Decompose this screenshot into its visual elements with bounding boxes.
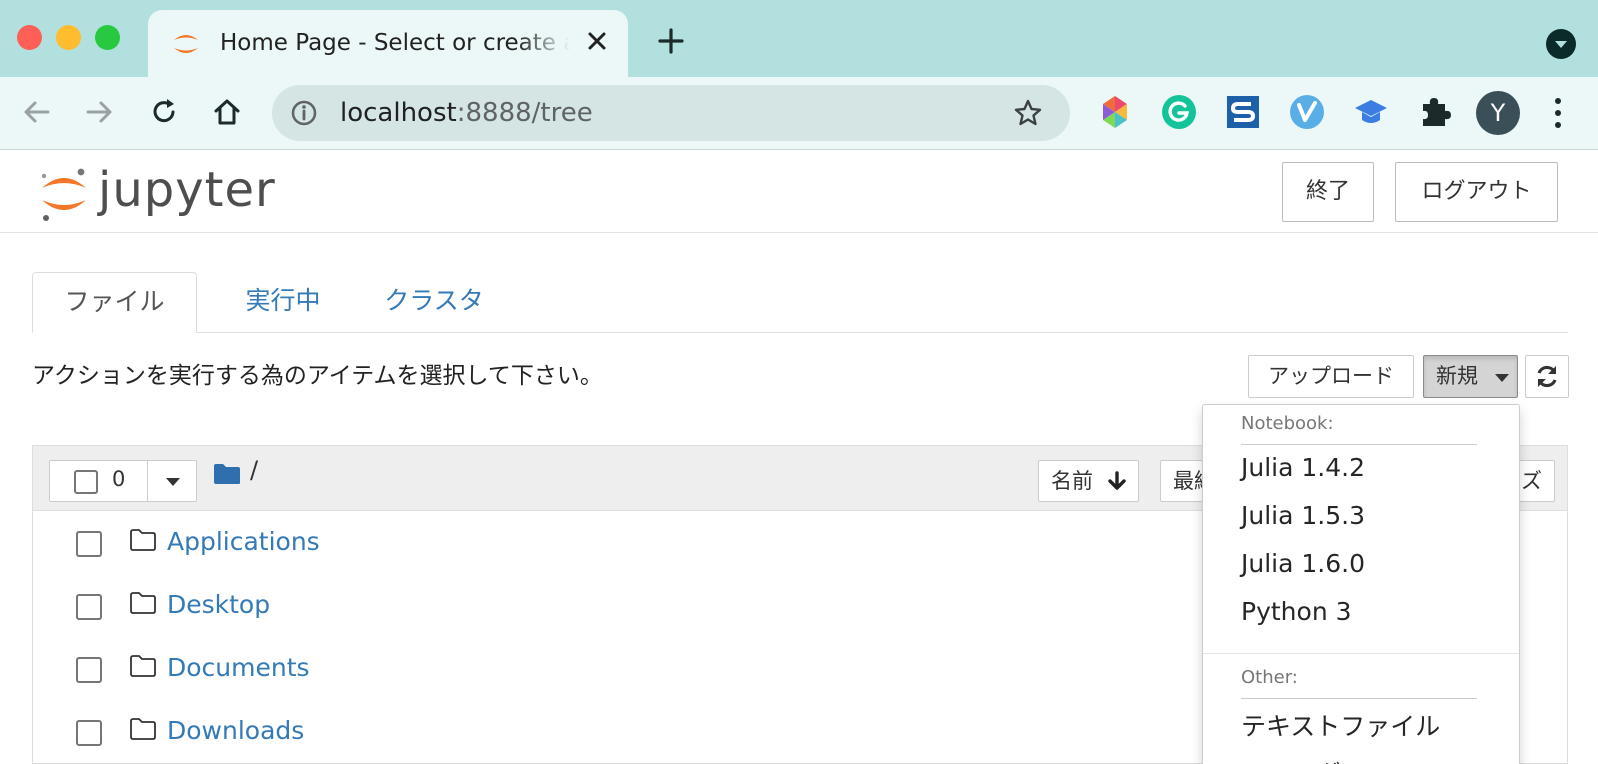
home-icon[interactable] [210,95,244,129]
folder-outline-icon [130,718,156,740]
chevron-down-icon [1555,41,1567,48]
other-section-header: Other: [1241,667,1298,688]
new-button[interactable]: 新規 [1423,355,1518,398]
upload-button[interactable]: アップロード [1248,355,1414,398]
breadcrumb[interactable]: / [250,456,258,484]
item-checkbox[interactable] [76,720,102,746]
menu-header-rule [1241,444,1477,445]
sort-by-name-label: 名前 [1051,469,1093,493]
new-tab-icon[interactable] [656,26,686,56]
jupyter-favicon-icon [174,35,198,53]
new-button-label: 新規 [1436,364,1478,388]
site-info-icon[interactable] [288,97,320,129]
logout-button[interactable]: ログアウト [1395,162,1558,222]
tab-running[interactable]: 実行中 [218,272,348,333]
url-text[interactable]: localhost:8888/tree [340,98,593,128]
folder-outline-icon [130,529,156,551]
tab-clusters[interactable]: クラスタ [370,272,498,333]
new-dropdown-menu: Notebook: Julia 1.4.2 Julia 1.5.3 Julia … [1202,404,1520,764]
item-name-link[interactable]: Downloads [167,716,304,745]
menu-item-folder[interactable]: フォルダ [1241,755,1341,764]
tab-files[interactable]: ファイル [32,272,197,333]
s-extension-icon[interactable] [1224,93,1262,131]
jupyter-header: jupyter 終了 ログアウト [0,150,1598,233]
item-checkbox[interactable] [76,594,102,620]
sort-by-name-button[interactable]: 名前 [1038,460,1139,502]
notebook-section-header: Notebook: [1241,413,1334,434]
address-bar[interactable]: localhost:8888/tree [272,85,1070,141]
menu-item-text-file[interactable]: テキストファイル [1241,707,1440,743]
menu-item-julia-1-6-0[interactable]: Julia 1.6.0 [1241,549,1365,578]
refresh-button[interactable] [1525,355,1569,398]
tab-search-button[interactable] [1546,29,1576,59]
reload-icon[interactable] [147,95,181,129]
folder-outline-icon [130,592,156,614]
color-extension-icon[interactable] [1096,93,1134,131]
minimize-window-button[interactable] [56,25,81,50]
back-arrow-icon[interactable] [20,95,54,129]
jupyter-logo[interactable]: jupyter [36,160,296,226]
jupyter-logo-text: jupyter [98,162,276,218]
url-host: localhost [340,98,457,128]
folder-outline-icon [130,655,156,677]
browser-menu-icon[interactable] [1553,95,1563,131]
tab-title: Home Page - Select or create a notebook [220,30,570,56]
item-checkbox[interactable] [76,531,102,557]
caret-down-icon [166,478,180,486]
select-all-checkbox[interactable] [74,470,98,494]
forward-arrow-icon[interactable] [82,95,116,129]
browser-tab-strip: Home Page - Select or create a notebook [0,0,1598,77]
jupyter-logo-icon [41,168,86,221]
caret-down-icon [1495,374,1509,382]
select-all-control[interactable]: 0 [49,460,197,502]
browser-tab-active[interactable]: Home Page - Select or create a notebook [148,10,628,77]
browser-toolbar: localhost:8888/tree Y [0,77,1598,150]
graduation-cap-icon[interactable] [1352,93,1390,131]
folder-icon[interactable] [213,463,241,485]
menu-item-julia-1-5-3[interactable]: Julia 1.5.3 [1241,501,1365,530]
profile-avatar[interactable]: Y [1476,91,1520,135]
menu-item-python-3[interactable]: Python 3 [1241,597,1352,626]
quit-button[interactable]: 終了 [1282,162,1374,222]
bookmark-star-icon[interactable] [1012,97,1044,129]
refresh-icon [1537,365,1557,388]
menu-item-julia-1-4-2[interactable]: Julia 1.4.2 [1241,453,1365,482]
menu-divider [1203,653,1519,654]
item-name-link[interactable]: Documents [167,653,310,682]
menu-header-rule [1241,698,1477,699]
v-extension-icon[interactable] [1288,93,1326,131]
item-name-link[interactable]: Applications [167,527,320,556]
selection-hint: アクションを実行する為のアイテムを選択して下さい。 [32,363,603,389]
zoom-window-button[interactable] [95,25,120,50]
url-path: :8888/tree [456,98,593,128]
close-tab-icon[interactable] [582,26,612,56]
item-name-link[interactable]: Desktop [167,590,270,619]
arrow-down-icon [1108,471,1126,490]
item-checkbox[interactable] [76,657,102,683]
grammarly-icon[interactable] [1160,93,1198,131]
puzzle-extensions-icon[interactable] [1416,93,1454,131]
selected-count: 0 [112,467,126,491]
select-menu-toggle[interactable] [147,461,197,501]
close-window-button[interactable] [17,25,42,50]
